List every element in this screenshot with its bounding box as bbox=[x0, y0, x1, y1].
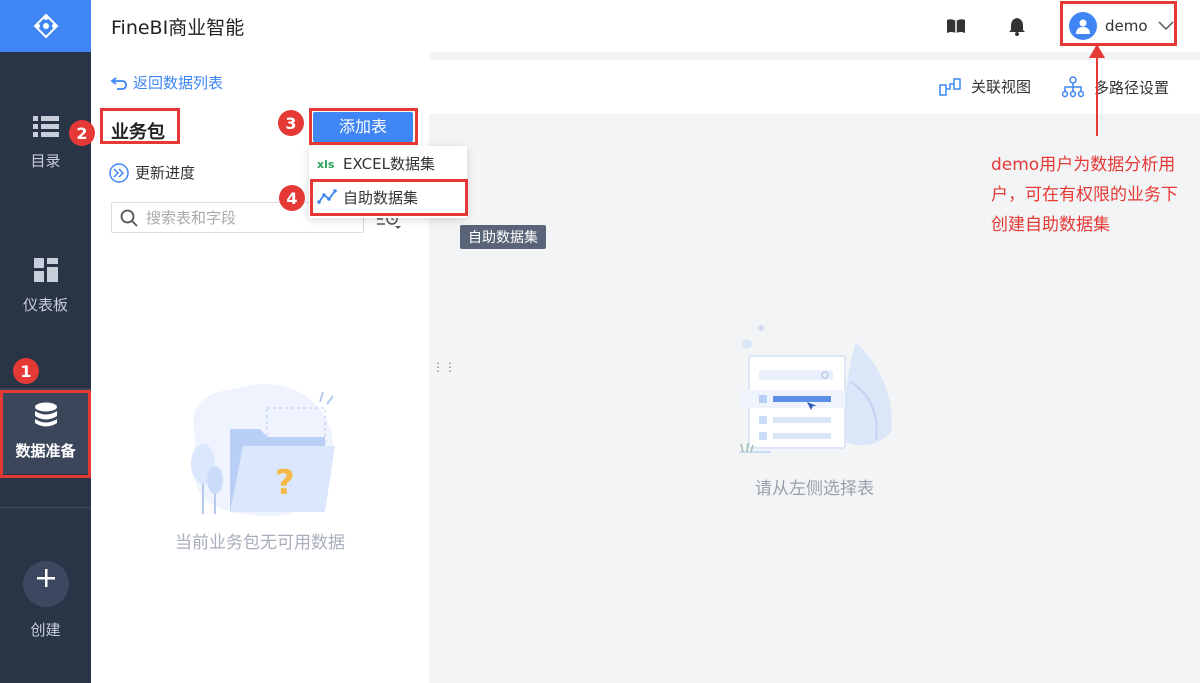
nav-divider bbox=[0, 507, 91, 508]
tooltip: 自助数据集 bbox=[460, 225, 546, 249]
annotation-badge: 2 bbox=[69, 120, 95, 146]
update-progress-link[interactable]: 更新进度 bbox=[109, 162, 195, 183]
app-title: FineBI商业智能 bbox=[111, 17, 245, 39]
nav-item-label: 目录 bbox=[30, 151, 61, 170]
menu-item-excel-dataset[interactable]: xls EXCEL数据集 bbox=[309, 146, 467, 180]
annotation-box-add-table bbox=[309, 108, 418, 145]
list-icon bbox=[32, 115, 59, 137]
multipath-settings-label: 多路径设置 bbox=[1094, 78, 1170, 97]
update-progress-icon bbox=[109, 162, 129, 183]
update-progress-label: 更新进度 bbox=[135, 164, 196, 182]
main-toolbar: 关联视图 多路径设置 bbox=[429, 60, 1200, 114]
plus-icon bbox=[22, 560, 69, 607]
back-link-label: 返回数据列表 bbox=[133, 74, 224, 92]
search-icon bbox=[120, 209, 138, 227]
top-header: FineBI商业智能 demo bbox=[91, 0, 1200, 52]
annotation-badge: 1 bbox=[13, 358, 39, 384]
annotation-box-self-service bbox=[310, 179, 468, 216]
annotation-box-data-prep bbox=[0, 390, 91, 478]
bell-icon[interactable] bbox=[1007, 16, 1027, 36]
multipath-icon bbox=[1062, 76, 1084, 98]
panel-resize-handle[interactable]: ⋮⋮ bbox=[432, 360, 456, 374]
annotation-arrow-line bbox=[1096, 52, 1098, 136]
nav-item-label: 仪表板 bbox=[22, 295, 68, 314]
dashboard-icon bbox=[33, 257, 58, 282]
svg-text:?: ? bbox=[275, 463, 295, 503]
logo-icon[interactable] bbox=[0, 0, 91, 52]
excel-icon: xls bbox=[317, 158, 335, 170]
svg-text:xls: xls bbox=[317, 158, 335, 170]
nav-item-label: 创建 bbox=[30, 620, 61, 639]
annotation-badge: 4 bbox=[279, 185, 305, 211]
multipath-settings-button[interactable]: 多路径设置 bbox=[1062, 76, 1169, 98]
empty-package-message: 当前业务包无可用数据 bbox=[175, 533, 345, 553]
left-nav: 目录 仪表板 数据准备 创建 bbox=[0, 0, 91, 683]
main-area: 关联视图 多路径设置 自助数据集 ⋮⋮ 请从左侧选择表 bbox=[429, 52, 1200, 683]
nav-item-create[interactable]: 创建 bbox=[0, 555, 91, 645]
annotation-badge: 3 bbox=[278, 110, 304, 136]
nav-item-dashboard[interactable]: 仪表板 bbox=[0, 243, 91, 329]
menu-item-label: EXCEL数据集 bbox=[343, 154, 435, 173]
annotation-note: demo用户为数据分析用户，可在有权限的业务下创建自助数据集 bbox=[991, 155, 1178, 235]
empty-main-message: 请从左侧选择表 bbox=[755, 479, 874, 499]
back-arrow-icon bbox=[111, 76, 127, 90]
relation-view-button[interactable]: 关联视图 bbox=[939, 76, 1031, 97]
annotation-box-user bbox=[1060, 1, 1177, 46]
empty-folder-illustration: ? bbox=[191, 384, 335, 516]
annotation-box-package bbox=[100, 108, 180, 144]
relation-view-label: 关联视图 bbox=[971, 78, 1032, 96]
relation-view-icon bbox=[939, 77, 961, 96]
back-to-data-list-link[interactable]: 返回数据列表 bbox=[111, 72, 223, 93]
empty-table-illustration bbox=[739, 325, 892, 453]
book-icon[interactable] bbox=[946, 16, 966, 36]
